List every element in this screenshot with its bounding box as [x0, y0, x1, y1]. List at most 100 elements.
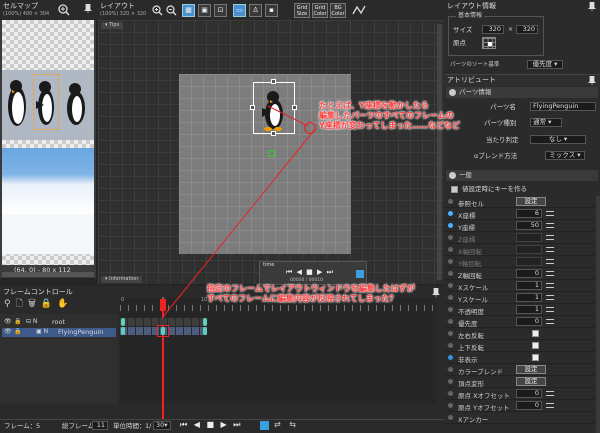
attr-dot-icon [448, 331, 453, 336]
attr-dot-icon [448, 367, 453, 372]
annotation-top: たとえば、Y座標を動かしたら 編集したパーツのすべてのフレームの Y座標が変わっ… [319, 101, 460, 131]
attr-row-8: Yスケール 1 [444, 292, 600, 304]
annotation-lines [161, 105, 317, 319]
attr-row-16: 原点 Xオフセット 0 [444, 388, 600, 400]
collapse-icon[interactable] [449, 89, 456, 96]
attr-row-6: Z軸回転 0 [444, 268, 600, 280]
attr-dot-icon [448, 415, 453, 420]
attr-checkbox[interactable] [532, 342, 539, 349]
attr-dot-icon [448, 211, 453, 216]
attr-value-input[interactable] [516, 245, 542, 254]
attr-label: Y座標 [458, 224, 475, 232]
attr-value-input[interactable]: 1 [516, 305, 542, 314]
attr-value-input[interactable]: 6 [516, 209, 542, 218]
attr-label: Xアンカー [458, 416, 489, 424]
attr-dot-icon [448, 235, 453, 240]
attr-value-input[interactable] [516, 233, 542, 242]
attr-dot-icon [448, 295, 453, 300]
annotation-top-1: たとえば、Y座標を動かしたら [319, 101, 429, 110]
attr-label: カラーブレンド [458, 368, 504, 376]
attr-label: 参照セル [458, 200, 484, 208]
attr-value-input[interactable]: 0 [516, 389, 542, 398]
attr-value-input[interactable]: 1 [516, 293, 542, 302]
size-x-sep: × [508, 26, 514, 33]
parts-info-header[interactable]: パーツ情報 [446, 87, 598, 98]
attr-dot-icon [448, 307, 453, 312]
attr-row-12: 上下反転 [444, 340, 600, 352]
layout-info-title: レイアウト情報 [447, 2, 496, 10]
attr-set-button[interactable]: 設定 [516, 365, 546, 374]
attr-label: 原点 Xオフセット [458, 392, 511, 400]
attr-label: 非表示 [458, 356, 478, 364]
attr-label: 優先度 [458, 320, 478, 328]
attr-label: Z軸回転 [458, 272, 482, 280]
attr-value-input[interactable]: 0 [516, 317, 542, 326]
attr-slider-icon[interactable] [546, 223, 554, 228]
attr-dot-icon [448, 283, 453, 288]
attr-value-input[interactable]: 50 [516, 221, 542, 230]
attr-slider-icon[interactable] [546, 295, 554, 300]
attr-slider-icon[interactable] [546, 259, 554, 264]
part-name-input[interactable]: FlyingPenguin [530, 102, 596, 111]
annotation-bottom-2: すべてのフレームに編集内容が反映されてしまった？ [207, 294, 398, 303]
attr-label: 原点 Yオフセット [458, 404, 510, 412]
general-collapse-icon[interactable] [449, 172, 456, 179]
attr-set-button[interactable]: 設定 [516, 377, 546, 386]
annotation-bottom-1: 指定のフレームでレイアウトウィンドウを編集したはずが [207, 284, 415, 293]
part-name-label: パーツ名 [490, 103, 516, 111]
attr-slider-icon[interactable] [546, 247, 554, 252]
attr-row-7: Xスケール 1 [444, 280, 600, 292]
general-header[interactable]: 一般 [446, 170, 598, 181]
attr-row-4: X軸回転 [444, 244, 600, 256]
attr-value-input[interactable] [516, 257, 542, 266]
attr-row-0: 参照セル 設定 [444, 196, 600, 208]
attr-dot-icon [448, 391, 453, 396]
attr-set-button[interactable]: 設定 [516, 197, 546, 206]
attr-dot-icon [448, 271, 453, 276]
attr-row-13: 非表示 [444, 352, 600, 364]
origin-label: 原点 [453, 39, 466, 47]
general-label: 一般 [459, 171, 472, 179]
part-type-value: 通常 [533, 118, 546, 126]
attr-slider-icon[interactable] [546, 235, 554, 240]
attr-dot-icon [448, 355, 453, 360]
hit-select[interactable]: なし ▾ [530, 135, 586, 144]
attr-slider-icon[interactable] [546, 283, 554, 288]
part-type-select[interactable]: 通常 ▾ [530, 118, 562, 127]
attr-row-1: X座標 6 [444, 208, 600, 220]
attr-label: 頂点変形 [458, 380, 484, 388]
attr-slider-icon[interactable] [546, 403, 554, 408]
attr-value-input[interactable]: 0 [516, 401, 542, 410]
part-type-label: パーツ種別 [484, 119, 517, 127]
attr-checkbox[interactable] [532, 330, 539, 337]
origin-grid-icon[interactable] [482, 37, 496, 49]
blend-select[interactable]: ミックス ▾ [545, 151, 585, 160]
attr-slider-icon[interactable] [546, 271, 554, 276]
attr-slider-icon[interactable] [546, 319, 554, 324]
attr-dot-icon [448, 199, 453, 204]
attribute-scrollbar[interactable] [596, 196, 600, 433]
attr-label: 左右反転 [458, 332, 484, 340]
size-height-input[interactable]: 320 [516, 25, 538, 34]
attr-slider-icon[interactable] [546, 307, 554, 312]
attr-value-input[interactable]: 0 [516, 269, 542, 278]
attr-label: 不透明度 [458, 308, 484, 316]
size-width-input[interactable]: 320 [482, 25, 504, 34]
attr-label: Y軸回転 [458, 260, 482, 268]
attr-row-10: 優先度 0 [444, 316, 600, 328]
attr-dot-icon [448, 403, 453, 408]
attr-row-17: 原点 Yオフセット 0 [444, 400, 600, 412]
attr-checkbox[interactable] [532, 354, 539, 361]
attr-value-input[interactable]: 1 [516, 281, 542, 290]
annotation-top-2: 編集したパーツのすべてのフレームの [319, 111, 454, 120]
sort-select[interactable]: 優先度 ▾ [527, 60, 563, 69]
attr-row-9: 不透明度 1 [444, 304, 600, 316]
attr-slider-icon[interactable] [546, 211, 554, 216]
auto-key-checkbox[interactable] [451, 186, 458, 193]
hit-value: なし [548, 135, 562, 143]
attr-label: Z座標 [458, 236, 476, 244]
attr-label: 上下反転 [458, 344, 484, 352]
attr-slider-icon[interactable] [546, 391, 554, 396]
auto-key-label: 値設定時にキーを作る [462, 185, 527, 193]
annotation-bottom: 指定のフレームでレイアウトウィンドウを編集したはずが すべてのフレームに編集内容… [207, 284, 415, 304]
